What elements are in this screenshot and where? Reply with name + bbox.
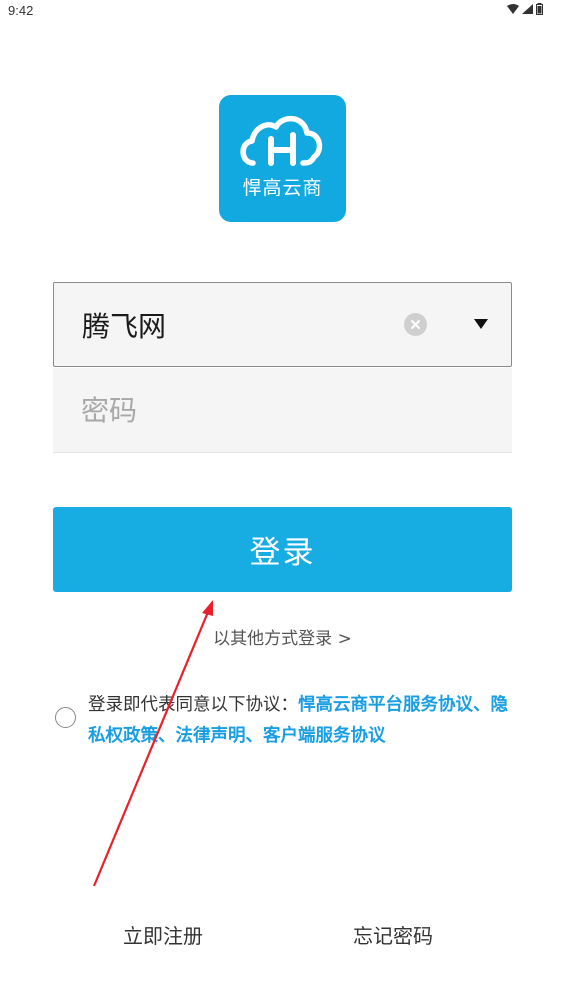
status-time: 9:42: [8, 3, 34, 18]
wifi-icon: [507, 4, 519, 14]
login-button[interactable]: 登录: [53, 507, 512, 592]
cloud-logo-icon: [240, 116, 323, 166]
agreement-prefix: 登录即代表同意以下协议：: [88, 695, 298, 715]
forgot-password-link[interactable]: 忘记密码: [353, 920, 433, 949]
signal-icon: [522, 4, 533, 14]
password-field[interactable]: [53, 368, 512, 453]
password-input[interactable]: [53, 368, 512, 452]
register-link[interactable]: 立即注册: [123, 920, 203, 949]
logo-text: 悍高云商: [242, 177, 323, 199]
other-login-link[interactable]: 以其他方式登录 >: [0, 624, 565, 649]
account-value[interactable]: 腾飞网: [82, 305, 166, 345]
agreement-radio[interactable]: [55, 707, 76, 728]
agreement-text: 登录即代表同意以下协议：悍高云商平台服务协议、隐私权政策、法律声明、客户端服务协…: [88, 690, 508, 752]
status-icons: [507, 3, 543, 15]
account-field[interactable]: 腾飞网: [53, 282, 512, 367]
battery-icon: [536, 3, 543, 15]
clear-icon[interactable]: [404, 313, 427, 336]
app-logo: 悍高云商: [219, 95, 346, 222]
dropdown-arrow-icon[interactable]: [474, 319, 488, 329]
